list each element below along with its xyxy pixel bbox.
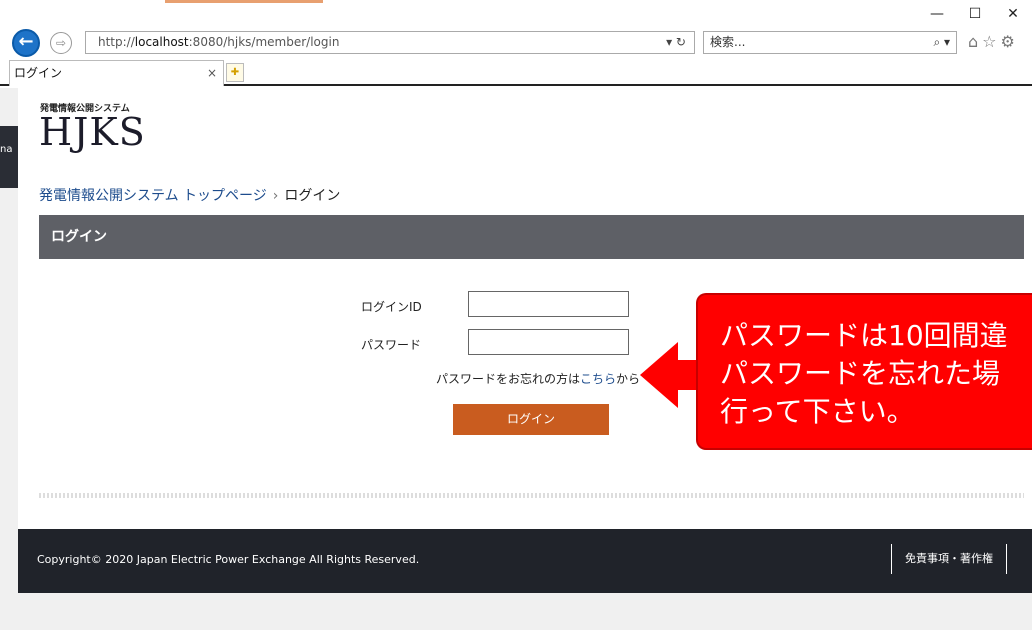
- annotation-line-3: 行って下さい。: [720, 395, 915, 428]
- search-input[interactable]: 検索... ⌕ ▾: [703, 31, 957, 54]
- background-window-text: na: [0, 144, 13, 155]
- login-button[interactable]: ログイン: [453, 404, 609, 435]
- forward-arrow-icon[interactable]: ⇨: [50, 32, 72, 54]
- back-arrow-icon[interactable]: ←: [12, 29, 40, 57]
- forgot-password-text: パスワードをお忘れの方はこちらから: [436, 370, 640, 387]
- refresh-icon[interactable]: ▾ ↻: [666, 32, 686, 53]
- annotation-text: パスワードは10回間違 パスワードを忘れた場 行って下さい。: [720, 317, 1008, 431]
- forgot-prefix: パスワードをお忘れの方は: [436, 372, 581, 386]
- address-bar[interactable]: http://localhost:8080/hjks/member/login …: [85, 31, 695, 54]
- tab-login[interactable]: ログイン ×: [9, 60, 224, 86]
- disclaimer-link[interactable]: 免責事項・著作権: [891, 544, 1007, 574]
- login-id-input[interactable]: [468, 291, 629, 317]
- breadcrumb-current: ログイン: [284, 188, 341, 204]
- tab-title: ログイン: [14, 66, 63, 80]
- divider: [39, 493, 1024, 498]
- window-controls: — ☐ ✕: [918, 6, 1032, 22]
- annotation-line-1: パスワードは10回間違: [720, 319, 1008, 352]
- search-placeholder: 検索...: [710, 35, 746, 49]
- search-icon[interactable]: ⌕ ▾: [933, 32, 950, 53]
- copyright-text: Copyright© 2020 Japan Electric Power Exc…: [37, 553, 420, 566]
- footer: Copyright© 2020 Japan Electric Power Exc…: [18, 529, 1032, 593]
- tab-strip: ログイン × ✚: [0, 60, 1032, 86]
- annotation-line-2: パスワードを忘れた場: [720, 357, 1001, 390]
- annotation-callout: パスワードは10回間違 パスワードを忘れた場 行って下さい。: [696, 293, 1032, 450]
- maximize-button[interactable]: ☐: [956, 6, 994, 22]
- home-favorites-settings-icons[interactable]: ⌂☆⚙: [968, 32, 1019, 51]
- taskbar-highlight: [165, 0, 323, 3]
- password-input[interactable]: [468, 329, 629, 355]
- forgot-suffix: から: [616, 372, 641, 386]
- forgot-password-link[interactable]: こちら: [580, 372, 616, 386]
- minimize-button[interactable]: —: [918, 6, 956, 22]
- new-tab-icon[interactable]: ✚: [226, 63, 244, 82]
- breadcrumb-separator: ›: [272, 188, 279, 204]
- annotation-arrow-icon: [640, 342, 678, 408]
- close-window-button[interactable]: ✕: [994, 6, 1032, 22]
- browser-chrome: — ☐ ✕ ← ⇨ http://localhost:8080/hjks/mem…: [0, 0, 1032, 88]
- background-window-dark: na: [0, 126, 18, 188]
- url-rest: :8080/hjks/member/login: [188, 35, 340, 49]
- url-host: localhost: [134, 35, 189, 49]
- navigation-bar: ← ⇨ http://localhost:8080/hjks/member/lo…: [0, 28, 1032, 58]
- logo[interactable]: HJKS: [39, 110, 146, 154]
- section-title: ログイン: [39, 215, 1024, 259]
- login-id-label: ログインID: [361, 300, 422, 314]
- breadcrumb-home-link[interactable]: 発電情報公開システム トップページ: [39, 188, 267, 204]
- url-prefix: http://: [98, 35, 135, 49]
- breadcrumb: 発電情報公開システム トップページ › ログイン: [39, 185, 340, 205]
- tab-close-icon[interactable]: ×: [207, 61, 217, 85]
- password-label: パスワード: [361, 338, 422, 352]
